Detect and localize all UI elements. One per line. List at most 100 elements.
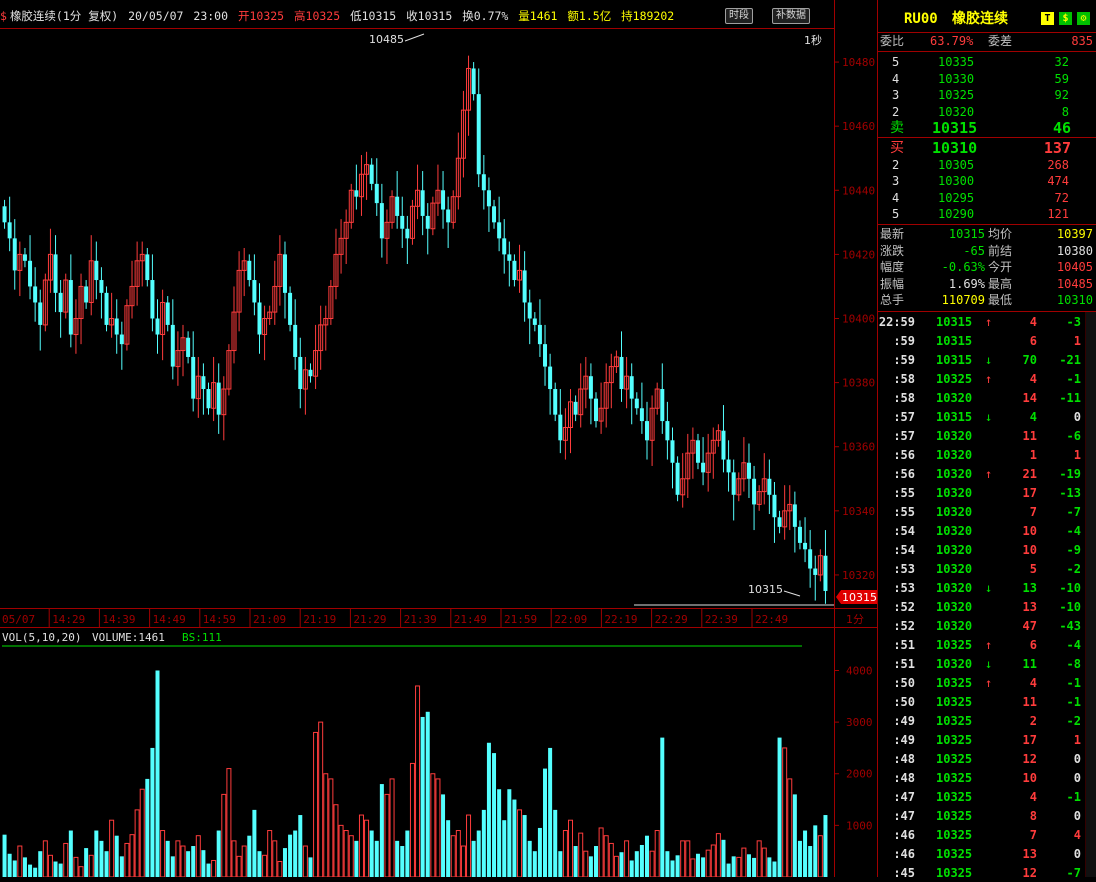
stat-value: -65 — [963, 243, 985, 258]
volume-bar — [293, 830, 298, 877]
tick-change: -1 — [1066, 676, 1081, 690]
ask-level: 5 — [892, 55, 900, 69]
ask-row: 4 10330 59 — [878, 71, 1096, 88]
stat-row: 振幅 1.69% 最高 10485 — [878, 276, 1096, 293]
time-tick-label: 22:49 — [755, 613, 788, 626]
tick-change: -1 — [1066, 695, 1081, 709]
volume-bar — [78, 866, 84, 877]
volume-bar — [84, 848, 89, 877]
volume-bar — [395, 840, 400, 877]
settings-icon[interactable]: ⚙ — [1077, 12, 1090, 25]
tick-price: 10320 — [936, 467, 973, 481]
dollar-button[interactable]: $ — [1059, 12, 1072, 25]
volume-bar — [629, 860, 634, 877]
volume-tick-label: 4000 — [846, 664, 873, 677]
tick-volume: 13 — [1022, 600, 1037, 614]
volume-bar — [73, 856, 79, 877]
fill-data-button[interactable]: 补数据 — [772, 8, 810, 24]
volume-bar — [654, 830, 660, 877]
candle-body — [746, 462, 751, 479]
stat-value: 10405 — [1056, 260, 1093, 275]
tick-volume: 11 — [1022, 429, 1037, 443]
candle-body — [22, 254, 27, 261]
stat-value: 10380 — [1056, 243, 1093, 258]
bid-row: 4 10295 72 — [878, 190, 1096, 207]
candle-body — [481, 174, 486, 191]
candle-body — [772, 494, 777, 518]
candle-body — [38, 302, 43, 325]
tick-price: 10320 — [936, 600, 973, 614]
volume-bar — [649, 850, 655, 877]
volume-bar — [435, 778, 441, 877]
ask-volume: 92 — [1054, 88, 1069, 103]
candle-body — [553, 389, 558, 415]
volume-bar — [756, 840, 762, 877]
t-button[interactable]: T — [1041, 12, 1054, 25]
volume-bar — [568, 819, 574, 877]
candle-body — [114, 318, 119, 335]
candle-body — [206, 389, 211, 409]
tick-price: 10325 — [936, 866, 973, 880]
tick-time: :56 — [893, 467, 915, 481]
bar-volume: 量1461 — [518, 9, 558, 23]
tick-change: 1 — [1073, 448, 1081, 462]
volume-bar — [58, 863, 63, 877]
volume-bar — [644, 835, 649, 877]
candle-body — [369, 164, 374, 184]
candle-body — [446, 209, 451, 223]
stat-value: -0.63% — [941, 260, 985, 275]
volume-bar — [231, 840, 237, 877]
candle-body — [695, 440, 700, 463]
period-button[interactable]: 时段 — [725, 8, 753, 24]
volume-bar — [797, 840, 802, 877]
candle-body — [288, 292, 293, 325]
volume-bar — [624, 840, 630, 877]
kline-chart-svg[interactable]: 10320 10340 10360 10380 10400 10420 10440 10460… — [0, 0, 877, 877]
tick-price: 10320 — [936, 505, 973, 519]
price-tick-label: 10440 — [842, 184, 875, 197]
volume-bars — [2, 670, 828, 877]
volume-bar — [180, 845, 186, 877]
volume-bar — [562, 830, 568, 877]
tick-volume: 10 — [1022, 524, 1037, 538]
volume-bar — [257, 851, 262, 877]
tick-volume: 4 — [1029, 790, 1037, 804]
price-tick-label: 10360 — [842, 441, 875, 454]
tick-time: :54 — [893, 543, 915, 557]
candle-body — [731, 472, 736, 495]
volume-bar — [288, 834, 293, 877]
tick-list-scrollbar[interactable] — [1085, 312, 1096, 877]
candle-body — [797, 526, 802, 543]
volume-bar — [191, 846, 196, 877]
tick-row: :56 10320 1 1 — [878, 447, 1096, 464]
volume-bar — [553, 809, 558, 877]
volume-bar — [690, 858, 696, 877]
time-tick-label: 21:09 — [253, 613, 286, 626]
volume-bar — [701, 857, 706, 877]
candle-body — [502, 238, 507, 255]
instrument-name: 橡胶连续(1分 复权) — [9, 9, 119, 23]
volume-bar — [129, 834, 135, 877]
kline-chart-area[interactable]: 10320 10340 10360 10380 10400 10420 10440 10460… — [0, 0, 877, 877]
high-annotation-line — [404, 33, 425, 42]
instrument-code: RU00 — [904, 11, 938, 27]
volume-bar — [603, 835, 609, 877]
time-tick-label: 14:29 — [52, 613, 85, 626]
ask-row: 5 10335 32 — [878, 54, 1096, 71]
tick-volume: 17 — [1022, 486, 1037, 500]
stat-label: 均价 — [988, 227, 1013, 241]
tick-price: 10325 — [936, 676, 973, 690]
time-tick-label: 14:39 — [102, 613, 135, 626]
volume-bar — [247, 835, 252, 877]
bid-level: 买 — [890, 140, 904, 156]
tick-volume: 21 — [1022, 467, 1037, 481]
volume-legend: VOL(5,10,20) — [2, 631, 81, 644]
tick-change: -10 — [1059, 581, 1081, 595]
tick-row: :53 10320 ↓ 13 -10 — [878, 580, 1096, 597]
tick-volume: 6 — [1029, 638, 1037, 652]
volume-bar — [42, 840, 48, 877]
volume-bar — [823, 815, 828, 877]
tick-change: -6 — [1066, 429, 1081, 443]
volume-bar — [241, 845, 247, 877]
tick-row: :50 10325 ↑ 4 -1 — [878, 675, 1096, 692]
